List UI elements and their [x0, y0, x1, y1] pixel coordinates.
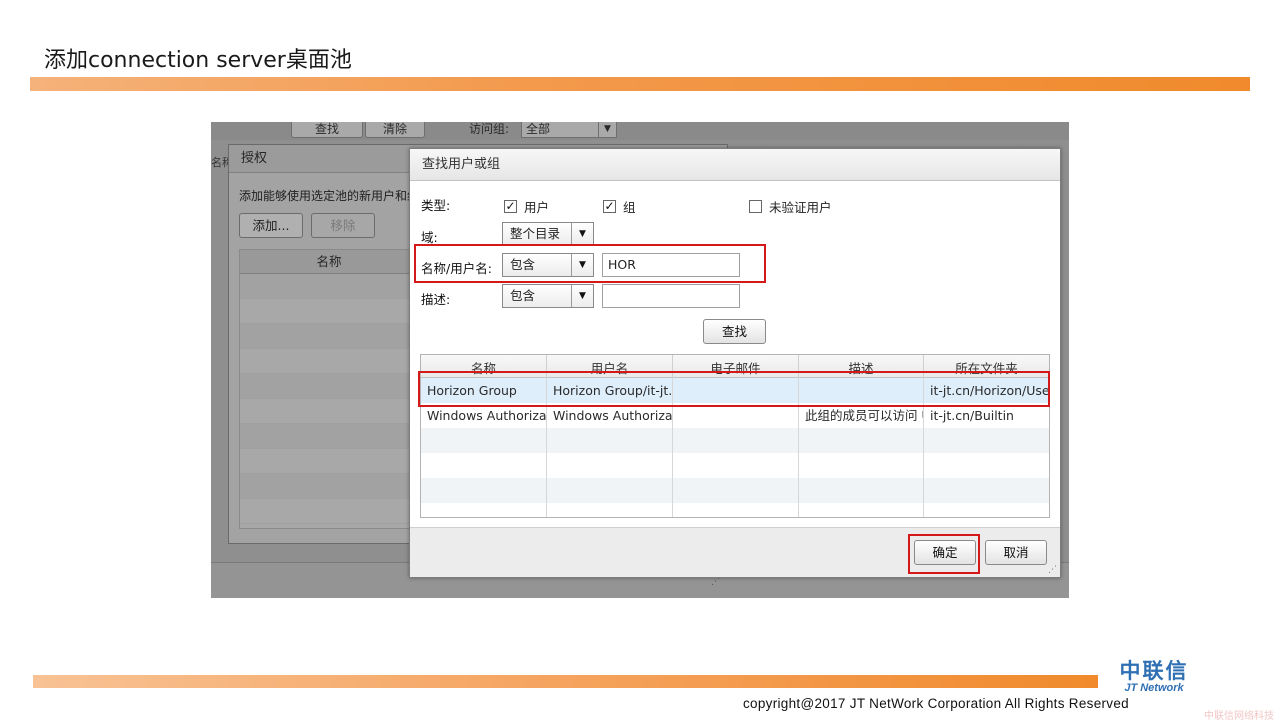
group-checkbox-label: 组 — [623, 200, 636, 215]
entitlement-rows — [240, 274, 418, 524]
dialog-footer: 确定 取消 ⋰ — [410, 527, 1060, 577]
table-row — [240, 424, 418, 449]
resize-grip-icon[interactable]: ⋰ — [711, 577, 720, 587]
empty-row — [421, 453, 1049, 478]
result-row-highlight-box — [418, 371, 1050, 407]
user-checkbox[interactable]: ✓ 用户 — [504, 197, 549, 216]
empty-row — [421, 478, 1049, 503]
logo-chinese-text: 中联信 — [1119, 659, 1189, 683]
domain-select[interactable]: 整个目录 ▼ — [502, 222, 594, 246]
name-highlight-box — [414, 244, 766, 283]
table-row — [240, 299, 418, 324]
footer-accent-bar — [33, 675, 1098, 688]
entitlement-description: 添加能够使用选定池的新用户和组 — [239, 189, 420, 203]
table-row — [240, 324, 418, 349]
empty-row — [421, 503, 1049, 517]
user-checkbox-label: 用户 — [524, 200, 550, 215]
company-logo: 中联信 JT Network — [1104, 660, 1204, 694]
entitlement-table: 名称 — [239, 249, 419, 529]
screenshot: 查找 清除 访问组: 全部 ▼ 名称 授权 添加能够使用选定池的新用户和组 添加… — [211, 122, 1069, 598]
background-toolbar: 查找 清除 访问组: 全部 ▼ — [211, 122, 1069, 140]
description-label: 描述: — [421, 292, 451, 307]
find-user-dialog: 查找用户或组 类型: ✓ 用户 ✓ 组 未验证用户 域: 整个目录 ▼ 名称/用… — [409, 148, 1061, 578]
unverified-user-label: 未验证用户 — [769, 200, 832, 215]
description-input[interactable] — [602, 284, 740, 308]
remove-button[interactable]: 移除 — [311, 213, 375, 238]
table-row — [240, 349, 418, 374]
table-row — [240, 449, 418, 474]
background-find-button[interactable]: 查找 — [291, 122, 363, 138]
watermark-text: 中联信网络科技 — [1204, 711, 1274, 720]
table-row — [240, 399, 418, 424]
find-user-dialog-title: 查找用户或组 — [410, 149, 1060, 181]
table-row — [240, 474, 418, 499]
table-row — [240, 274, 418, 299]
copyright-text: copyright@2017 JT NetWork Corporation Al… — [743, 696, 1129, 711]
resize-grip-icon[interactable]: ⋰ — [1048, 565, 1057, 575]
ok-highlight-box — [908, 534, 980, 574]
description-operator-select[interactable]: 包含 ▼ — [502, 284, 594, 308]
chevron-down-icon: ▼ — [571, 285, 593, 307]
search-button[interactable]: 查找 — [703, 319, 766, 344]
cancel-button[interactable]: 取消 — [985, 540, 1047, 565]
chevron-down-icon: ▼ — [598, 122, 616, 137]
title-accent-bar — [30, 77, 1250, 91]
table-row — [240, 374, 418, 399]
access-group-select[interactable]: 全部 ▼ — [521, 122, 617, 138]
empty-row — [421, 428, 1049, 453]
empty-checkbox-icon — [749, 200, 762, 213]
chevron-down-icon: ▼ — [571, 223, 593, 245]
logo-english-text: JT Network — [1124, 682, 1184, 694]
group-checkbox[interactable]: ✓ 组 — [603, 197, 636, 216]
entitlement-name-header: 名称 — [240, 250, 418, 274]
add-button[interactable]: 添加... — [239, 213, 303, 238]
access-group-value: 全部 — [526, 122, 551, 136]
table-row — [240, 499, 418, 524]
description-operator-value: 包含 — [510, 288, 536, 303]
access-group-label: 访问组: — [469, 122, 510, 136]
type-label: 类型: — [421, 198, 451, 213]
checkmark-icon: ✓ — [603, 199, 616, 213]
slide-title: 添加connection server桌面池 — [44, 48, 352, 73]
domain-value: 整个目录 — [510, 226, 561, 241]
unverified-user-checkbox[interactable]: 未验证用户 — [749, 197, 832, 216]
checkmark-icon: ✓ — [504, 199, 517, 213]
background-clear-button[interactable]: 清除 — [365, 122, 425, 138]
